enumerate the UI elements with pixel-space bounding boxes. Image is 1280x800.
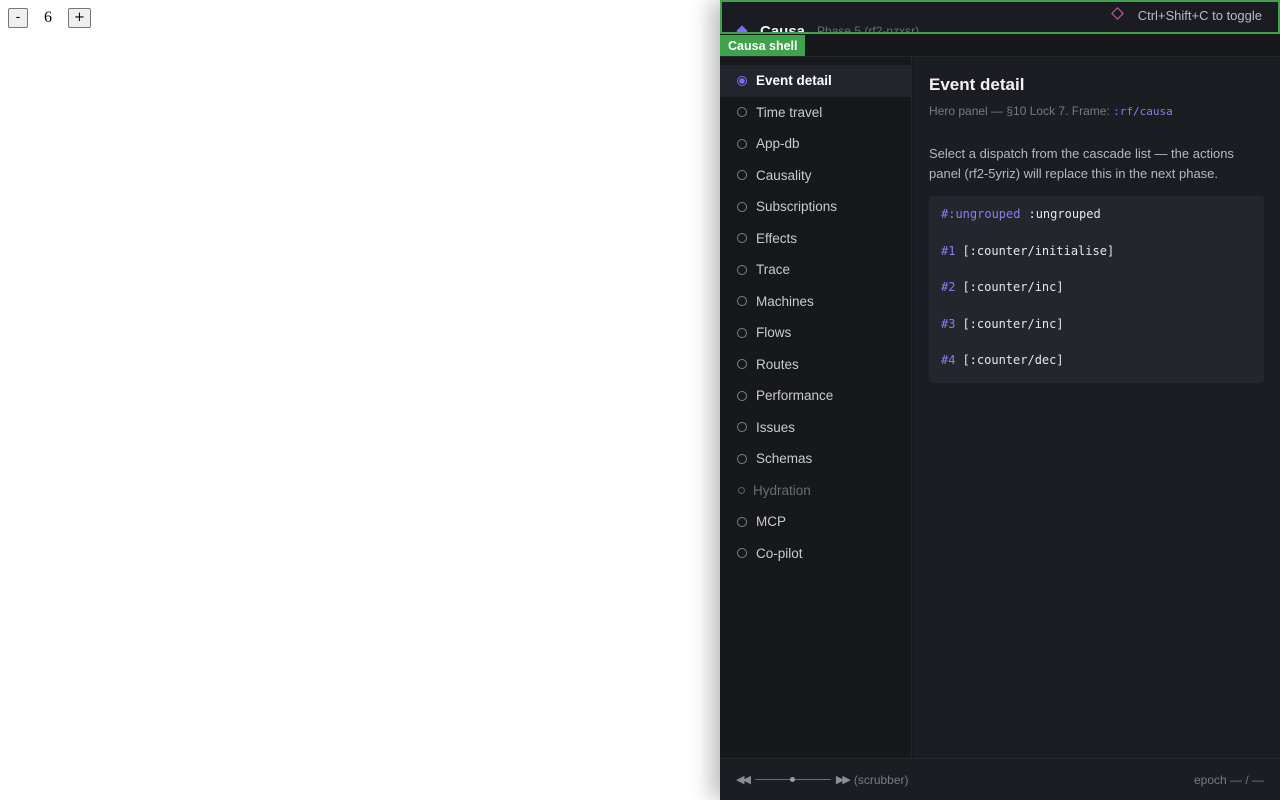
status-dot-icon [737,170,747,181]
event-code-block: #:ungrouped :ungrouped #1 [:counter/initia… [929,196,1264,383]
sidebar-item-schemas[interactable]: Schemas [720,443,911,475]
host-counter: - 6 + [8,8,91,28]
status-dot-icon [737,264,747,275]
sidebar-item-label: Performance [756,388,834,404]
sidebar-item-label: Co-pilot [756,545,803,561]
sidebar-item-issues[interactable]: Issues [720,412,911,444]
panel-titlebar: Causa Phase 5 (rf2-nzxsr) Ctrl+Shift+C t… [720,0,1280,34]
scrubber-handle[interactable] [789,777,795,782]
group-line[interactable]: #:ungrouped :ungrouped [941,207,1252,244]
sidebar-item-effects[interactable]: Effects [720,223,911,255]
sidebar-item-mcp[interactable]: MCP [720,506,911,538]
event-vector: [:counter/inc] [962,316,1064,331]
event-vector: [:counter/dec] [962,353,1064,367]
sidebar-item-label: MCP [756,514,786,530]
sidebar-item-label: Issues [756,419,796,435]
sidebar-item-label: Flows [756,325,792,341]
status-dot-icon [737,548,747,559]
sidebar-item-label: App-db [756,136,800,152]
sidebar-item-app-db[interactable]: App-db [720,128,911,160]
sidebar-item-causality[interactable]: Causality [720,160,911,192]
sidebar-item-label: Schemas [756,451,813,467]
event-description: Select a dispatch from the cascade list … [929,146,1234,181]
status-dot-icon [737,75,747,86]
frame-id: :rf/causa [1113,105,1173,118]
sidebar-item-co-pilot[interactable]: Co-pilot [720,538,911,570]
event-vector: [:counter/initialise] [962,243,1115,258]
sidebar-item-machines[interactable]: Machines [720,286,911,318]
sidebar-item-label: Subscriptions [756,199,838,215]
panel-content: Event detail Hero panel — §10 Lock 7. Fr… [913,57,1280,758]
sidebar-item-hydration: Hydration [720,475,911,507]
causa-panel: Causa Phase 5 (rf2-nzxsr) Ctrl+Shift+C t… [720,0,1280,800]
status-dot-icon [737,359,747,370]
scrubber-track[interactable] [754,777,831,782]
sidebar-item-subscriptions[interactable]: Subscriptions [720,191,911,223]
scrubber-label: (scrubber) [853,772,909,787]
sidebar-item-routes[interactable]: Routes [720,349,911,381]
increment-button[interactable]: + [68,8,91,28]
status-dot-icon [737,422,747,433]
status-dot-icon [737,201,747,212]
sidebar-item-label: Hydration [753,482,811,498]
sidebar-item-time-travel[interactable]: Time travel [720,97,911,129]
sidebar-item-label: Event detail [756,73,832,89]
sidebar-item-label: Machines [756,293,814,309]
sidebar-item-label: Trace [756,262,791,278]
sidebar-item-label: Routes [756,356,799,372]
event-line[interactable]: #3 [:counter/inc] [941,317,1252,354]
sidebar-item-performance[interactable]: Performance [720,380,911,412]
phase-label: Phase 5 (rf2-nzxsr) [817,24,920,34]
status-dot-icon [737,296,747,307]
toggle-hint: Ctrl+Shift+C to toggle [1137,8,1262,23]
panel-sidebar: Event detail Time travel App-db Causality Su… [720,57,912,758]
sidebar-item-event-detail[interactable]: Event detail [720,65,911,97]
status-dot-icon [737,390,747,401]
rewind-icon[interactable]: ◀◀ [736,773,751,786]
hero-subtitle: Hero panel — §10 Lock 7. Frame: :rf/caus… [929,104,1264,118]
diamond-logo-icon [736,25,748,32]
sidebar-item-trace[interactable]: Trace [720,254,911,286]
event-vector: [:counter/inc] [962,280,1064,294]
group-name: :ungrouped [1028,207,1101,221]
event-index: #1 [941,243,956,258]
epoch-status: epoch — / — [1193,772,1264,787]
sidebar-item-label: Effects [756,230,798,246]
shell-badge: Causa shell [720,35,806,58]
sidebar-item-label: Time travel [756,104,823,120]
sidebar-item-label: Causality [756,167,812,183]
fast-forward-icon[interactable]: ▶▶ [836,773,851,786]
subtitle-text: Hero panel — §10 Lock 7. Frame: [929,104,1110,118]
event-line[interactable]: #2 [:counter/inc] [941,280,1252,317]
decrement-button[interactable]: - [8,8,28,28]
panel-footer: ◀◀ ▶▶ (scrubber) epoch — / — [720,758,1280,800]
status-dot-icon [737,233,747,244]
event-line[interactable]: #4 [:counter/dec] [941,353,1252,375]
scrubber[interactable]: ◀◀ ▶▶ (scrubber) [736,773,909,787]
group-tag: #:ungrouped [941,207,1021,221]
status-dot-icon [737,107,747,118]
event-index: #3 [941,316,956,331]
event-index: #2 [941,280,956,294]
page-title: Event detail [929,75,1025,94]
counter-value: 6 [44,9,52,26]
event-line[interactable]: #1 [:counter/initialise] [941,244,1252,281]
panel-brand: Causa [760,22,806,34]
status-dot-icon [737,138,747,149]
status-dot-icon [737,516,747,527]
sidebar-item-flows[interactable]: Flows [720,317,911,349]
status-dot-icon [738,486,745,494]
event-index: #4 [941,353,956,367]
status-dot-icon [737,327,747,338]
status-dot-icon [737,453,747,464]
